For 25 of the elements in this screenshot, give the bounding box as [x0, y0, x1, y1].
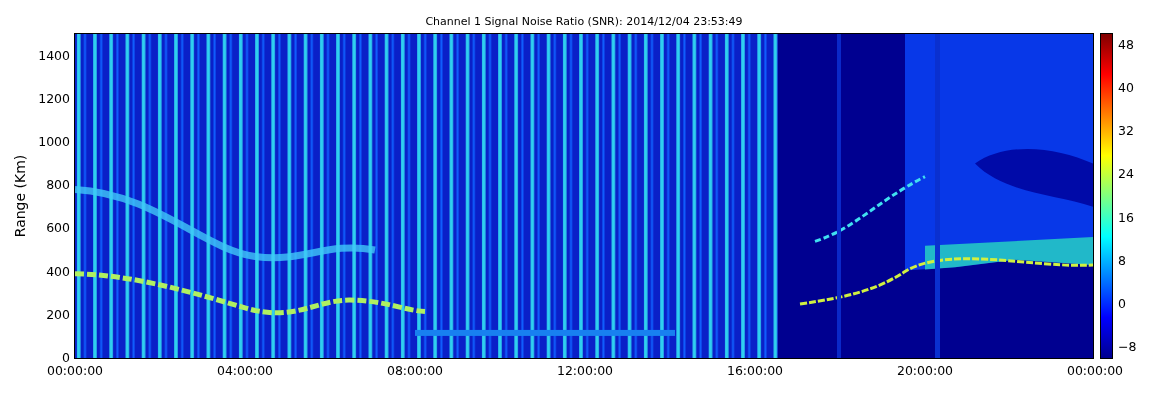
colorbar-tick-label: 8 [1118, 253, 1126, 268]
x-tick-label: 00:00:00 [1066, 363, 1124, 378]
y-axis-label: Range (Km) [12, 154, 28, 238]
x-tick-label: 16:00:00 [726, 363, 784, 378]
colorbar-tick-label: 16 [1118, 210, 1134, 225]
y-tick-label: 1000 [38, 135, 70, 149]
x-tick-label: 12:00:00 [556, 363, 614, 378]
x-tick-label: 04:00:00 [216, 363, 274, 378]
colorbar-tick-label: −8 [1118, 340, 1137, 355]
x-tick-label: 08:00:00 [386, 363, 444, 378]
y-tick-label: 0 [62, 350, 70, 365]
y-tick-label: 1200 [38, 91, 70, 106]
y-tick-label: 800 [46, 178, 70, 193]
y-tick-label: 200 [46, 307, 70, 322]
y-tick-label: 1400 [38, 48, 70, 63]
x-tick-label: 20:00:00 [896, 363, 954, 378]
colorbar-tick-label: 48 [1118, 37, 1134, 52]
y-tick-label: 600 [46, 221, 70, 236]
colorbar-tick-label: 32 [1118, 124, 1134, 139]
x-tick-label: 00:00:00 [46, 363, 104, 378]
colorbar-tick-label: 40 [1118, 81, 1134, 95]
colorbar-tick-label: 0 [1118, 296, 1126, 311]
y-tick-label: 400 [46, 264, 70, 279]
chart-title: Channel 1 Signal Noise Ratio (SNR): 2014/12/04 23:53:49 [425, 15, 743, 28]
colorbar-tick-label: 24 [1118, 167, 1134, 182]
